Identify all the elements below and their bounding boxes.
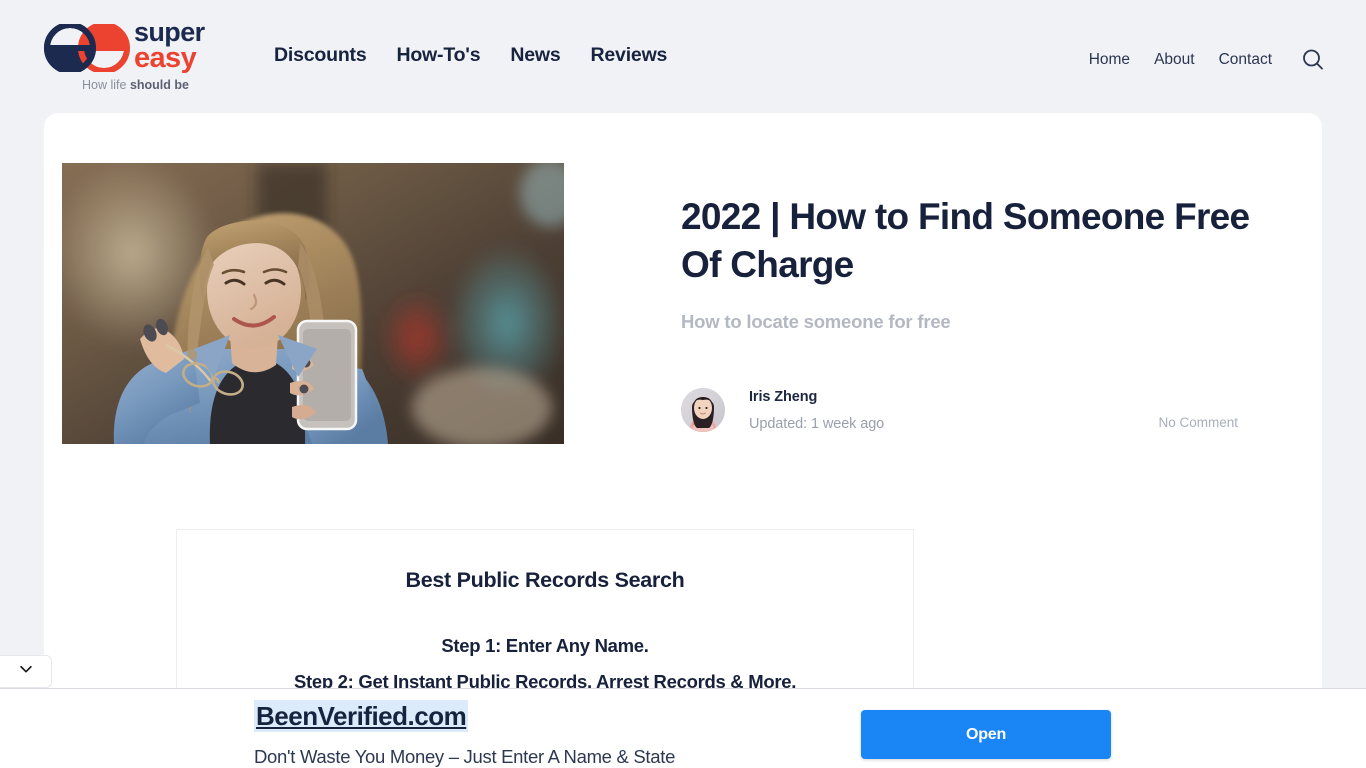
search-icon[interactable] — [1300, 47, 1326, 73]
tagline-bold: should be — [129, 78, 189, 92]
supereasy-logo-icon — [44, 22, 130, 74]
author-name[interactable]: Iris Zheng — [749, 389, 817, 405]
nav-item-home[interactable]: Home — [1089, 51, 1130, 69]
avatar — [681, 388, 725, 432]
collapse-panel-tab[interactable] — [0, 655, 52, 688]
article-hero: 2022 | How to Find Someone Free Of Charg… — [44, 113, 1322, 453]
page-title: 2022 | How to Find Someone Free Of Charg… — [681, 196, 1250, 286]
article-subtitle: How to locate someone for free — [681, 311, 951, 333]
site-header: super easy How life should be Discounts … — [0, 0, 1366, 113]
chevron-down-icon — [18, 661, 34, 682]
logo-tagline: How life should be — [82, 78, 189, 92]
ad-content: BeenVerified.com Don't Waste You Money –… — [254, 700, 676, 768]
promo-steps: Step 1: Enter Any Name. Step 2: Get Inst… — [197, 635, 893, 693]
promo-step-1: Step 1: Enter Any Name. — [441, 635, 649, 656]
nav-item-how-tos[interactable]: How-To's — [396, 44, 480, 67]
tagline-light: How life — [82, 78, 130, 92]
utility-navigation: Home About Contact — [1089, 47, 1326, 73]
nav-item-about[interactable]: About — [1154, 51, 1195, 69]
nav-item-news[interactable]: News — [510, 44, 560, 67]
comment-count[interactable]: No Comment — [1158, 415, 1238, 430]
ad-headline-link[interactable]: BeenVerified.com — [254, 700, 469, 732]
hero-image — [62, 163, 564, 444]
byline-text: Iris Zheng Updated: 1 week ago — [749, 388, 884, 432]
nav-item-reviews[interactable]: Reviews — [591, 44, 668, 67]
logo-word-easy: easy — [134, 42, 197, 75]
updated-timestamp: Updated: 1 week ago — [749, 416, 885, 432]
nav-item-discounts[interactable]: Discounts — [274, 44, 367, 67]
primary-navigation: Discounts How-To's News Reviews — [274, 44, 667, 67]
promo-title: Best Public Records Search — [405, 568, 685, 592]
article-card: 2022 | How to Find Someone Free Of Charg… — [44, 113, 1322, 713]
article-header-text: 2022 | How to Find Someone Free Of Charg… — [681, 193, 1281, 333]
promo-box: Best Public Records Search Step 1: Enter… — [176, 529, 914, 713]
ad-banner: BeenVerified.com Don't Waste You Money –… — [0, 688, 1366, 768]
ad-open-button[interactable]: Open — [861, 710, 1111, 759]
article-byline: Iris Zheng Updated: 1 week ago No Commen… — [681, 388, 1281, 438]
nav-item-contact[interactable]: Contact — [1219, 51, 1272, 69]
ad-subtext: Don't Waste You Money – Just Enter A Nam… — [254, 746, 676, 767]
logo-wordmark: super easy — [134, 18, 205, 75]
